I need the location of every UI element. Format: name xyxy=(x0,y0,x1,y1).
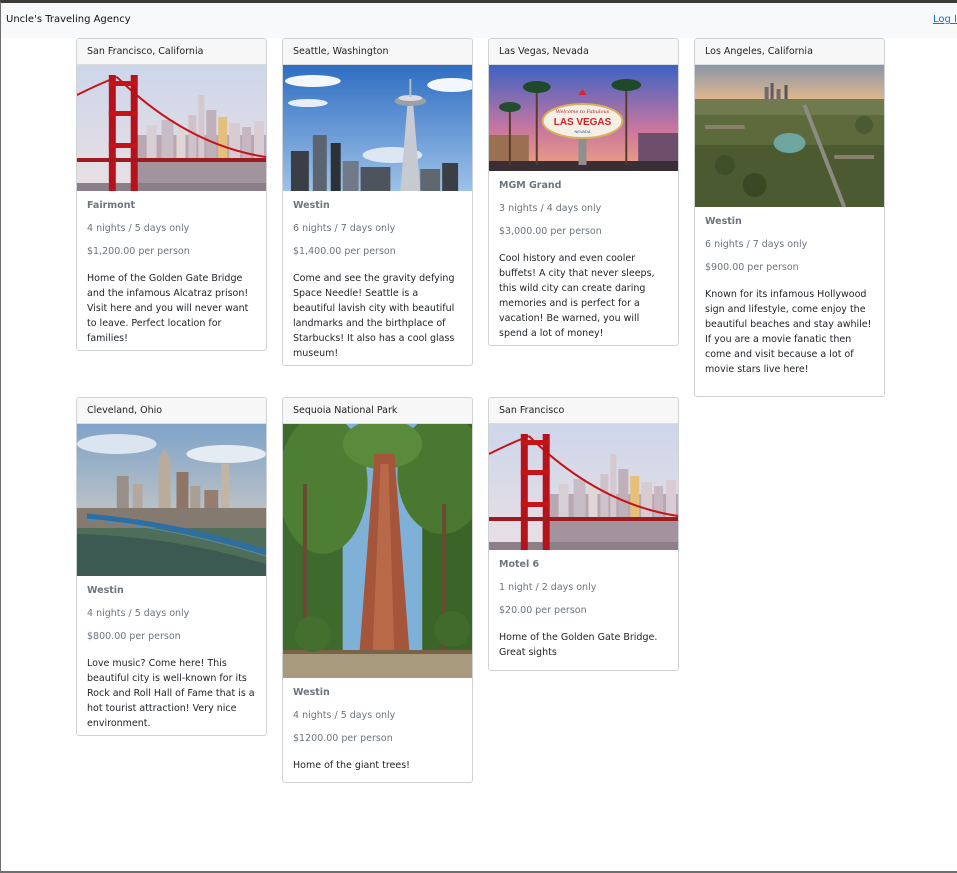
trip-price: $800.00 per person xyxy=(87,631,181,642)
navbar: Uncle's Traveling Agency Log In xyxy=(1,3,957,38)
card-header: Las Vegas, Nevada xyxy=(489,39,678,65)
golden-gate-bridge-photo xyxy=(77,65,266,191)
hotel-name: Motel 6 xyxy=(499,559,540,570)
space-needle-photo xyxy=(283,65,472,191)
trip-card-cleveland-ohio: Cleveland, Ohio Westin 4 nights / 5 days… xyxy=(76,397,267,736)
trip-description: Home of the Golden Gate Bridge. Great si… xyxy=(499,632,658,658)
trip-card-las-vegas-nevada: Las Vegas, Nevada Welcome to Fabulous LA… xyxy=(488,38,679,346)
trip-card-seattle-washington: Seattle, Washington Westin 6 nights / 7 … xyxy=(282,38,473,366)
trip-price: $1200.00 per person xyxy=(293,733,393,744)
trip-description: Love music? Come here! This beautiful ci… xyxy=(87,658,255,729)
hotel-name: Westin xyxy=(705,216,742,227)
card-header: Sequoia National Park xyxy=(283,398,472,424)
trip-duration: 4 nights / 5 days only xyxy=(87,223,190,234)
trip-description: Home of the Golden Gate Bridge and the i… xyxy=(87,273,249,344)
trip-card-los-angeles-california: Los Angeles, California Westin 6 nights … xyxy=(694,38,885,397)
login-link[interactable]: Log In xyxy=(933,14,957,25)
trip-price: $1,400.00 per person xyxy=(293,246,396,257)
sequoia-tree-photo xyxy=(283,424,472,678)
trip-duration: 1 night / 2 days only xyxy=(499,582,597,593)
trip-description: Cool history and even cooler buffets! A … xyxy=(499,253,655,339)
trip-price: $1,200.00 per person xyxy=(87,246,190,257)
trip-card-san-francisco: San Francisco Motel 6 1 night / 2 days o… xyxy=(488,397,679,671)
sign-top-text: Welcome to Fabulous xyxy=(556,109,610,115)
trip-duration: 3 nights / 4 days only xyxy=(499,203,602,214)
card-header: Seattle, Washington xyxy=(283,39,472,65)
los-angeles-aerial-photo xyxy=(695,65,884,207)
trip-description: Home of the giant trees! xyxy=(293,760,410,771)
hotel-name: Fairmont xyxy=(87,200,136,211)
card-header: Cleveland, Ohio xyxy=(77,398,266,424)
hotel-name: Westin xyxy=(293,687,330,698)
trip-duration: 6 nights / 7 days only xyxy=(705,239,808,250)
card-header: San Francisco xyxy=(489,398,678,424)
trip-card-san-francisco-california: San Francisco, California Fairmont 4 nig… xyxy=(76,38,267,351)
cleveland-skyline-photo xyxy=(77,424,266,576)
trip-price: $3,000.00 per person xyxy=(499,226,602,237)
trip-duration: 6 nights / 7 days only xyxy=(293,223,396,234)
hotel-name: Westin xyxy=(293,200,330,211)
trip-description: Come and see the gravity defying Space N… xyxy=(293,273,455,359)
trip-price: $20.00 per person xyxy=(499,605,587,616)
trip-description: Known for its infamous Hollywood sign an… xyxy=(705,289,872,375)
las-vegas-sign-photo: Welcome to Fabulous LAS VEGAS NEVADA xyxy=(489,65,678,171)
hotel-name: Westin xyxy=(87,585,124,596)
sign-main-text: LAS VEGAS xyxy=(554,117,612,128)
sign-bottom-text: NEVADA xyxy=(575,129,591,134)
trip-price: $900.00 per person xyxy=(705,262,799,273)
brand-link[interactable]: Uncle's Traveling Agency xyxy=(6,14,131,25)
hotel-name: MGM Grand xyxy=(499,180,562,191)
trip-duration: 4 nights / 5 days only xyxy=(87,608,190,619)
trip-card-sequoia-national-park: Sequoia National Park Westin 4 nights / … xyxy=(282,397,473,783)
card-header: Los Angeles, California xyxy=(695,39,884,65)
trip-duration: 4 nights / 5 days only xyxy=(293,710,396,721)
card-header: San Francisco, California xyxy=(77,39,266,65)
golden-gate-bridge-photo xyxy=(489,424,678,550)
